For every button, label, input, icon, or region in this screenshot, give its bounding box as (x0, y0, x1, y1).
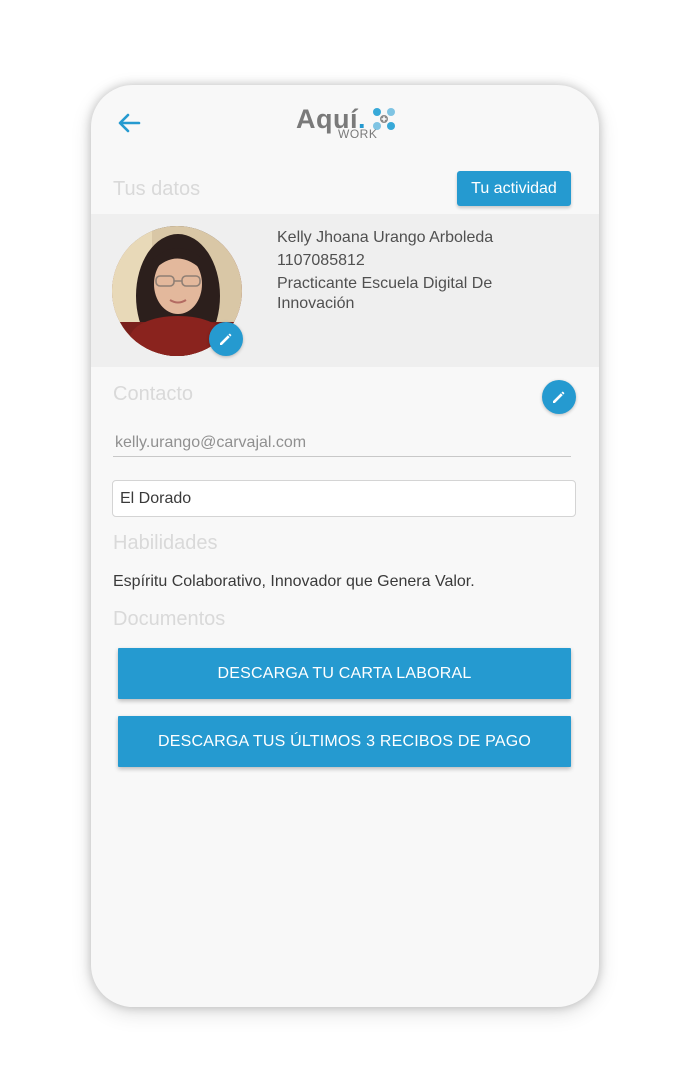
profile-role: Practicante Escuela Digital De Innovació… (277, 275, 493, 312)
location-select[interactable]: El Dorado (112, 480, 576, 517)
pencil-icon (553, 391, 565, 403)
profile-info: Kelly Jhoana Urango Arboleda 1107085812 … (277, 228, 537, 317)
activity-button[interactable]: Tu actividad (457, 171, 571, 206)
arrow-left-icon (118, 113, 141, 133)
edit-photo-button[interactable] (209, 322, 243, 356)
profile-id: 1107085812 (277, 252, 365, 269)
tus-datos-title: Tus datos (113, 178, 201, 200)
email-field[interactable] (113, 429, 571, 457)
contact-title: Contacto (113, 383, 194, 405)
download-receipts-button[interactable]: DESCARGA TUS ÚLTIMOS 3 RECIBOS DE PAGO (118, 716, 571, 767)
logo-sub-text: WORK (338, 127, 378, 141)
profile-name: Kelly Jhoana Urango Arboleda (277, 229, 494, 246)
back-button[interactable] (113, 107, 145, 139)
skills-text: Espíritu Colaborativo, Innovador que Gen… (113, 573, 475, 590)
app-logo: Aquí. WORK (296, 103, 406, 143)
profile-card: Kelly Jhoana Urango Arboleda 1107085812 … (91, 214, 599, 367)
phone-screen: Aquí. WORK Tus datos Tu actividad Kelly … (91, 85, 599, 1007)
location-value: El Dorado (120, 489, 192, 507)
documents-title: Documentos (113, 608, 226, 630)
skills-title: Habilidades (113, 532, 218, 554)
pencil-icon (220, 333, 232, 345)
edit-contact-button[interactable] (542, 380, 576, 414)
download-letter-button[interactable]: DESCARGA TU CARTA LABORAL (118, 648, 571, 699)
